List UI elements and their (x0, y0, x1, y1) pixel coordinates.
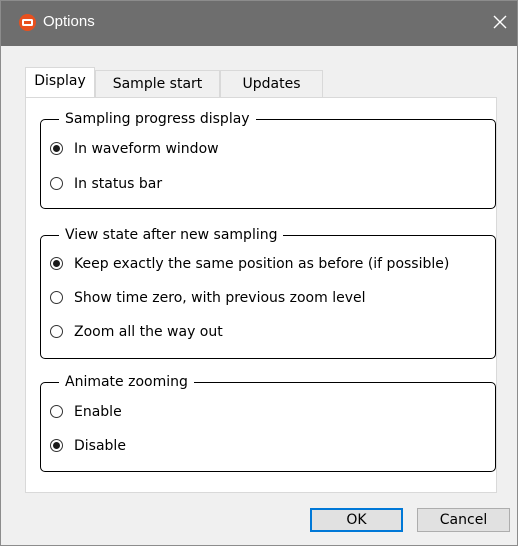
tab-updates[interactable]: Updates (220, 70, 323, 97)
tab-label: Display (34, 73, 86, 89)
radio-button[interactable] (50, 177, 63, 190)
radio-label: Enable (74, 404, 122, 420)
cancel-button[interactable]: Cancel (417, 508, 510, 532)
radio-button[interactable] (50, 142, 63, 155)
app-icon (19, 14, 36, 31)
group-title: Animate zooming (59, 373, 194, 391)
view-state-group: View state after new sampling Keep exact… (40, 226, 496, 359)
radio-button[interactable] (50, 405, 63, 418)
radio-button[interactable] (50, 291, 63, 304)
radio-label: Keep exactly the same position as before… (74, 256, 450, 272)
radio-label: Disable (74, 438, 126, 454)
radio-button[interactable] (50, 439, 63, 452)
tab-sample-start[interactable]: Sample start (95, 70, 220, 97)
tab-display[interactable]: Display (25, 67, 95, 97)
tab-label: Sample start (112, 76, 203, 92)
ok-button[interactable]: OK (310, 508, 403, 532)
window-title: Options (43, 13, 95, 30)
radio-button[interactable] (50, 325, 63, 338)
radio-label: Show time zero, with previous zoom level (74, 290, 366, 306)
radio-label: Zoom all the way out (74, 324, 223, 340)
radio-label: In waveform window (74, 141, 219, 157)
title-bar[interactable]: Options (1, 1, 517, 46)
radio-button[interactable] (50, 257, 63, 270)
tab-label: Updates (242, 76, 301, 92)
radio-label: In status bar (74, 176, 163, 192)
group-title: Sampling progress display (59, 110, 256, 128)
close-icon[interactable] (489, 11, 511, 33)
display-panel: Sampling progress display In waveform wi… (25, 97, 497, 493)
group-title: View state after new sampling (59, 226, 284, 244)
animate-zooming-group: Animate zooming Enable Disable (40, 373, 496, 472)
options-dialog: Options Display Sample start Updates Sam… (0, 0, 518, 546)
sampling-progress-group: Sampling progress display In waveform wi… (40, 110, 496, 209)
